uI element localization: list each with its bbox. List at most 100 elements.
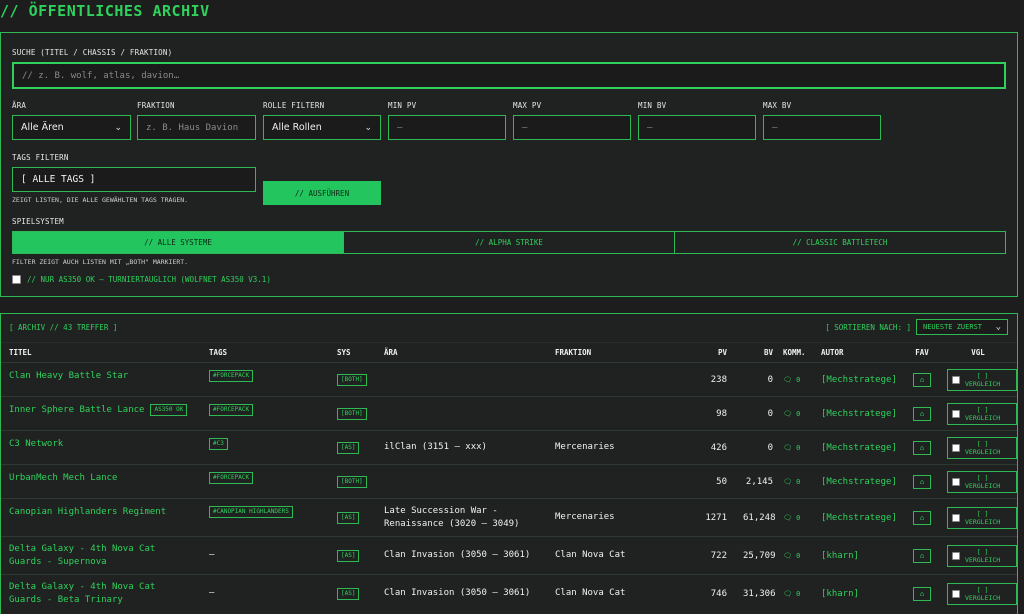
row-title-link[interactable]: Clan Heavy Battle Star xyxy=(9,370,128,383)
compare-checkbox[interactable] xyxy=(952,443,960,452)
table-row[interactable]: Inner Sphere Battle Lance AS350 OK #FORCEP… xyxy=(1,396,1017,431)
cell-fav: ⌂ xyxy=(905,430,939,465)
search-label: SUCHE (TITEL / CHASSIS / FRAKTION) xyxy=(12,48,173,57)
favorite-button[interactable]: ⌂ xyxy=(913,440,931,455)
search-placeholder: // z. B. wolf, atlas, davion… xyxy=(22,70,180,81)
cell-title: Inner Sphere Battle Lance AS350 OK xyxy=(1,396,201,431)
row-title-link[interactable]: Delta Galaxy - 4th Nova Cat Guards - Bet… xyxy=(9,581,193,607)
compare-checkbox[interactable] xyxy=(952,551,960,560)
col-title[interactable]: TITEL xyxy=(1,342,201,363)
compare-toggle[interactable]: [ ] VERGLEICH xyxy=(947,436,1017,459)
row-tag[interactable]: #C3 xyxy=(209,438,228,450)
row-title-link[interactable]: UrbanMech Mech Lance xyxy=(9,472,117,485)
row-title-link[interactable]: Canopian Highlanders Regiment xyxy=(9,506,166,519)
cell-pv: 98 xyxy=(677,396,735,431)
compare-checkbox[interactable] xyxy=(952,409,960,418)
compare-checkbox[interactable] xyxy=(952,477,960,486)
as350-checkbox[interactable] xyxy=(12,275,21,284)
comment-count[interactable]: 🗨 0 xyxy=(783,552,800,560)
run-button[interactable]: // AUSFÜHREN xyxy=(263,181,381,205)
table-row[interactable]: UrbanMech Mech Lance #FORCEPACK [BOTH] 50 2,… xyxy=(1,464,1017,499)
comment-count[interactable]: 🗨 0 xyxy=(783,444,800,452)
row-title-link[interactable]: C3 Network xyxy=(9,438,63,451)
chevron-down-icon: ⌄ xyxy=(114,122,122,133)
table-row[interactable]: Delta Galaxy - 4th Nova Cat Guards - Sup… xyxy=(1,536,1017,575)
table-row[interactable]: Canopian Highlanders Regiment #CANOPIAN H… xyxy=(1,498,1017,537)
comment-count[interactable]: 🗨 0 xyxy=(783,478,800,486)
compare-text: VERGLEICH xyxy=(965,517,1001,526)
favorite-button[interactable]: ⌂ xyxy=(913,406,931,421)
row-author-link[interactable]: [Mechstratege] xyxy=(821,477,897,487)
row-author-link[interactable]: [Mechstratege] xyxy=(821,409,897,419)
compare-text: VERGLEICH xyxy=(965,379,1001,388)
row-tag[interactable]: #FORCEPACK xyxy=(209,370,254,382)
max-bv-input[interactable]: — xyxy=(763,115,881,140)
row-era: Clan Invasion (3050 – 3061) xyxy=(384,588,531,599)
row-author-link[interactable]: [Mechstratege] xyxy=(821,443,897,453)
cell-era xyxy=(376,396,547,431)
compare-bracket: [ ] xyxy=(976,509,989,518)
compare-checkbox[interactable] xyxy=(952,375,960,384)
comment-icon: 🗨 xyxy=(783,551,792,560)
favorite-button[interactable]: ⌂ xyxy=(913,586,931,601)
row-author-link[interactable]: [Mechstratege] xyxy=(821,375,897,385)
favorite-button[interactable]: ⌂ xyxy=(913,548,931,563)
row-title-link[interactable]: Inner Sphere Battle Lance xyxy=(9,404,144,417)
cell-fav: ⌂ xyxy=(905,498,939,537)
compare-text: VERGLEICH xyxy=(965,413,1001,422)
row-sys-badge: [BOTH] xyxy=(337,373,367,386)
as350-filter[interactable]: // NUR AS350 OK — TURNIERTAUGLICH (WOLFN… xyxy=(12,275,271,284)
cell-title: Clan Heavy Battle Star xyxy=(1,362,201,397)
row-tag[interactable]: #CANOPIAN HIGHLANDERS xyxy=(209,506,293,518)
min-pv-input[interactable]: — xyxy=(388,115,506,140)
row-title-link[interactable]: Delta Galaxy - 4th Nova Cat Guards - Sup… xyxy=(9,543,193,569)
era-label: ÄRA xyxy=(12,101,27,110)
row-tag[interactable]: #FORCEPACK xyxy=(209,404,254,416)
table-row[interactable]: Clan Heavy Battle Star #FORCEPACK [BOTH] 23… xyxy=(1,362,1017,397)
sort-select[interactable]: NEUESTE ZUERST ⌄ xyxy=(916,319,1008,335)
system-tab-classic-battletech[interactable]: // CLASSIC BATTLETECH xyxy=(674,231,1006,254)
compare-toggle[interactable]: [ ] VERGLEICH xyxy=(947,402,1017,425)
cell-faction xyxy=(547,362,677,397)
favorite-button[interactable]: ⌂ xyxy=(913,372,931,387)
table-row[interactable]: C3 Network #C3 [AS] ilClan (3151 – xxx) Merc… xyxy=(1,430,1017,465)
compare-toggle[interactable]: [ ] VERGLEICH xyxy=(947,506,1017,529)
comment-count[interactable]: 🗨 0 xyxy=(783,590,800,598)
row-author-link[interactable]: [Mechstratege] xyxy=(821,513,897,523)
role-select[interactable]: Alle Rollen ⌄ xyxy=(263,115,381,140)
comment-count[interactable]: 🗨 0 xyxy=(783,410,800,418)
system-tab-alpha-strike[interactable]: // ALPHA STRIKE xyxy=(343,231,675,254)
row-tag[interactable]: #FORCEPACK xyxy=(209,472,254,484)
row-author-link[interactable]: [kharn] xyxy=(821,589,859,599)
cell-comm: 🗨 0 xyxy=(781,430,813,465)
compare-toggle[interactable]: [ ] VERGLEICH xyxy=(947,368,1017,391)
compare-checkbox[interactable] xyxy=(952,513,960,522)
favorite-button[interactable]: ⌂ xyxy=(913,510,931,525)
compare-toggle[interactable]: [ ] VERGLEICH xyxy=(947,470,1017,493)
tags-select[interactable]: [ ALLE TAGS ] xyxy=(12,167,256,192)
cell-sys: [AS] xyxy=(329,574,376,613)
cell-comm: 🗨 0 xyxy=(781,498,813,537)
cell-title: Canopian Highlanders Regiment xyxy=(1,498,201,537)
faction-input[interactable]: z. B. Haus Davion xyxy=(137,115,256,140)
search-panel: SUCHE (TITEL / CHASSIS / FRAKTION) // z.… xyxy=(0,32,1018,297)
table-row[interactable]: Delta Galaxy - 4th Nova Cat Guards - Bet… xyxy=(1,574,1017,613)
min-bv-input[interactable]: — xyxy=(638,115,756,140)
era-select[interactable]: Alle Ären ⌄ xyxy=(12,115,131,140)
table-header-row: TITEL TAGS SYS ÄRA FRAKTION PV BV KOMM. … xyxy=(1,342,1017,363)
max-pv-input[interactable]: — xyxy=(513,115,631,140)
cell-pv: 746 xyxy=(677,574,735,613)
row-author-link[interactable]: [kharn] xyxy=(821,551,859,561)
compare-toggle[interactable]: [ ] VERGLEICH xyxy=(947,582,1017,605)
favorite-button[interactable]: ⌂ xyxy=(913,474,931,489)
compare-checkbox[interactable] xyxy=(952,589,960,598)
cell-faction: Clan Nova Cat xyxy=(547,574,677,613)
row-comm: 0 xyxy=(796,513,801,522)
cell-bv: 61,248 xyxy=(735,498,781,537)
comment-count[interactable]: 🗨 0 xyxy=(783,376,800,384)
system-tab-all[interactable]: // ALLE SYSTEME xyxy=(12,231,344,254)
compare-toggle[interactable]: [ ] VERGLEICH xyxy=(947,544,1017,567)
comment-count[interactable]: 🗨 0 xyxy=(783,514,800,522)
results-table: TITEL TAGS SYS ÄRA FRAKTION PV BV KOMM. … xyxy=(1,342,1017,613)
search-input[interactable]: // z. B. wolf, atlas, davion… xyxy=(12,62,1006,89)
